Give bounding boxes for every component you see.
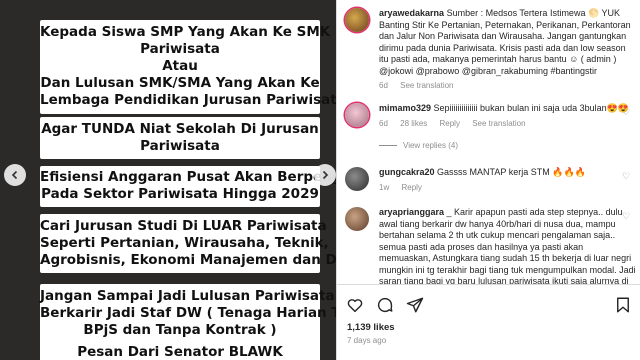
comment-likes[interactable]: 28 likes (400, 119, 427, 128)
text-banner: Jangan Sampai Jadi Lulusan Pariwisata Ya… (40, 284, 336, 343)
text-banner: Agar TUNDA Niat Sekolah Di Jurusan Pariw… (40, 117, 320, 159)
caption-text: Sumber : Medsos Tertera Istimewa 🌕 YUK B… (379, 8, 631, 76)
avatar[interactable] (345, 167, 369, 191)
see-translation-link[interactable]: See translation (400, 81, 453, 90)
post-image: Kepada Siswa SMP Yang Akan Ke SMK Pariwi… (0, 0, 336, 360)
comment-time: 1w (379, 182, 390, 192)
comment-username[interactable]: mimamo329 (379, 103, 431, 113)
banner-line: Lembaga Pendidikan Jurusan Pariwisata (40, 92, 336, 108)
comment-button[interactable] (375, 295, 395, 315)
comment-meta: 1w Reply (379, 182, 637, 194)
banner-line: Pariwisata (140, 41, 220, 57)
banner-line: Pariwisata (140, 138, 220, 154)
chevron-right-icon (322, 170, 329, 180)
banner-line: Kepada Siswa SMP Yang Akan Ke SMK (40, 24, 331, 40)
caption-time: 6d (379, 81, 388, 90)
comments-panel: aryawedakarna Sumber : Medsos Tertera Is… (336, 0, 640, 360)
bookmark-icon (617, 297, 629, 313)
banner-line: Seperti Pertanian, Wirausaha, Teknik, (40, 235, 329, 251)
comment-time: 6d (379, 118, 388, 128)
likes-count[interactable]: 1,139 likes (347, 322, 395, 333)
reply-button[interactable]: Reply (440, 119, 460, 128)
carousel-prev-button[interactable] (4, 164, 26, 186)
text-banner: Kepada Siswa SMP Yang Akan Ke SMK Pariwi… (40, 20, 336, 114)
comment-username[interactable]: aryaprianggara (379, 207, 444, 217)
caption-username[interactable]: aryawedakarna (379, 8, 444, 18)
reply-button[interactable]: Reply (401, 183, 421, 192)
banner-line: Atau (162, 58, 198, 74)
view-replies-button[interactable]: View replies (4) (379, 141, 458, 150)
banner-line: Agar TUNDA Niat Sekolah Di Jurusan (41, 121, 319, 137)
save-button[interactable] (613, 295, 633, 315)
like-button[interactable] (345, 295, 365, 315)
post-timestamp: 7 days ago (347, 336, 387, 345)
share-button[interactable] (405, 295, 425, 315)
heart-icon[interactable]: ♡ (621, 171, 631, 181)
banner-line: Pada Sektor Pariwisata Hingga 2029 (41, 186, 319, 202)
paper-plane-icon (406, 297, 424, 313)
chevron-left-icon (11, 170, 18, 180)
comment-body: gungcakra20 Gassss MANTAP kerja STM 🔥🔥🔥 … (379, 167, 637, 193)
heart-icon[interactable]: ♡ (621, 211, 631, 221)
banner-line: Cari Jurusan Studi Di LUAR Pariwisata (40, 218, 327, 234)
comment-body: mimamo329 Sepiiiiiiiiiiiiii bukan bulan … (379, 103, 637, 129)
caption-meta: 6d See translation (379, 80, 637, 92)
text-banner: Cari Jurusan Studi Di LUAR Pariwisata Se… (40, 214, 336, 273)
comment-username[interactable]: gungcakra20 (379, 167, 435, 177)
comment-meta: 6d 28 likes Reply See translation (379, 118, 637, 130)
carousel-next-button[interactable] (314, 164, 336, 186)
text-banner: Efisiensi Anggaran Pusat Akan Berpengaru… (40, 166, 336, 207)
banner-line: Berkarir Jadi Staf DW ( Tenaga Harian Ta… (40, 305, 336, 321)
banner-line: Jangan Sampai Jadi Lulusan Pariwisata Ya… (40, 288, 336, 304)
banner-line: Pesan Dari Senator BLAWK (77, 344, 283, 360)
caption-body: aryawedakarna Sumber : Medsos Tertera Is… (379, 8, 637, 92)
heart-icon[interactable]: ♡ (621, 107, 631, 117)
avatar[interactable] (345, 207, 369, 231)
heart-icon (347, 299, 363, 313)
banner-line: Agrobisnis, Ekonomi Manajemen dan Digita… (40, 252, 336, 268)
comment-text: Gassss MANTAP kerja STM 🔥🔥🔥 (437, 167, 586, 177)
post-caption: aryawedakarna Sumber : Medsos Tertera Is… (345, 8, 640, 118)
text-banner: Pesan Dari Senator BLAWK (40, 340, 320, 360)
post-action-bar: 1,139 likes 7 days ago (337, 284, 640, 360)
banner-line: Efisiensi Anggaran Pusat Akan Berpengaru… (40, 169, 336, 185)
see-translation-link[interactable]: See translation (472, 119, 525, 128)
comment-text: Sepiiiiiiiiiiiiii bukan bulan ini saja u… (433, 103, 630, 113)
avatar[interactable] (345, 103, 369, 127)
speech-bubble-icon (377, 297, 393, 313)
avatar[interactable] (345, 8, 369, 32)
banner-line: Dan Lulusan SMK/SMA Yang Akan Ke (40, 75, 320, 91)
banner-line: BPjS dan Tanpa Kontrak ) (83, 322, 277, 338)
